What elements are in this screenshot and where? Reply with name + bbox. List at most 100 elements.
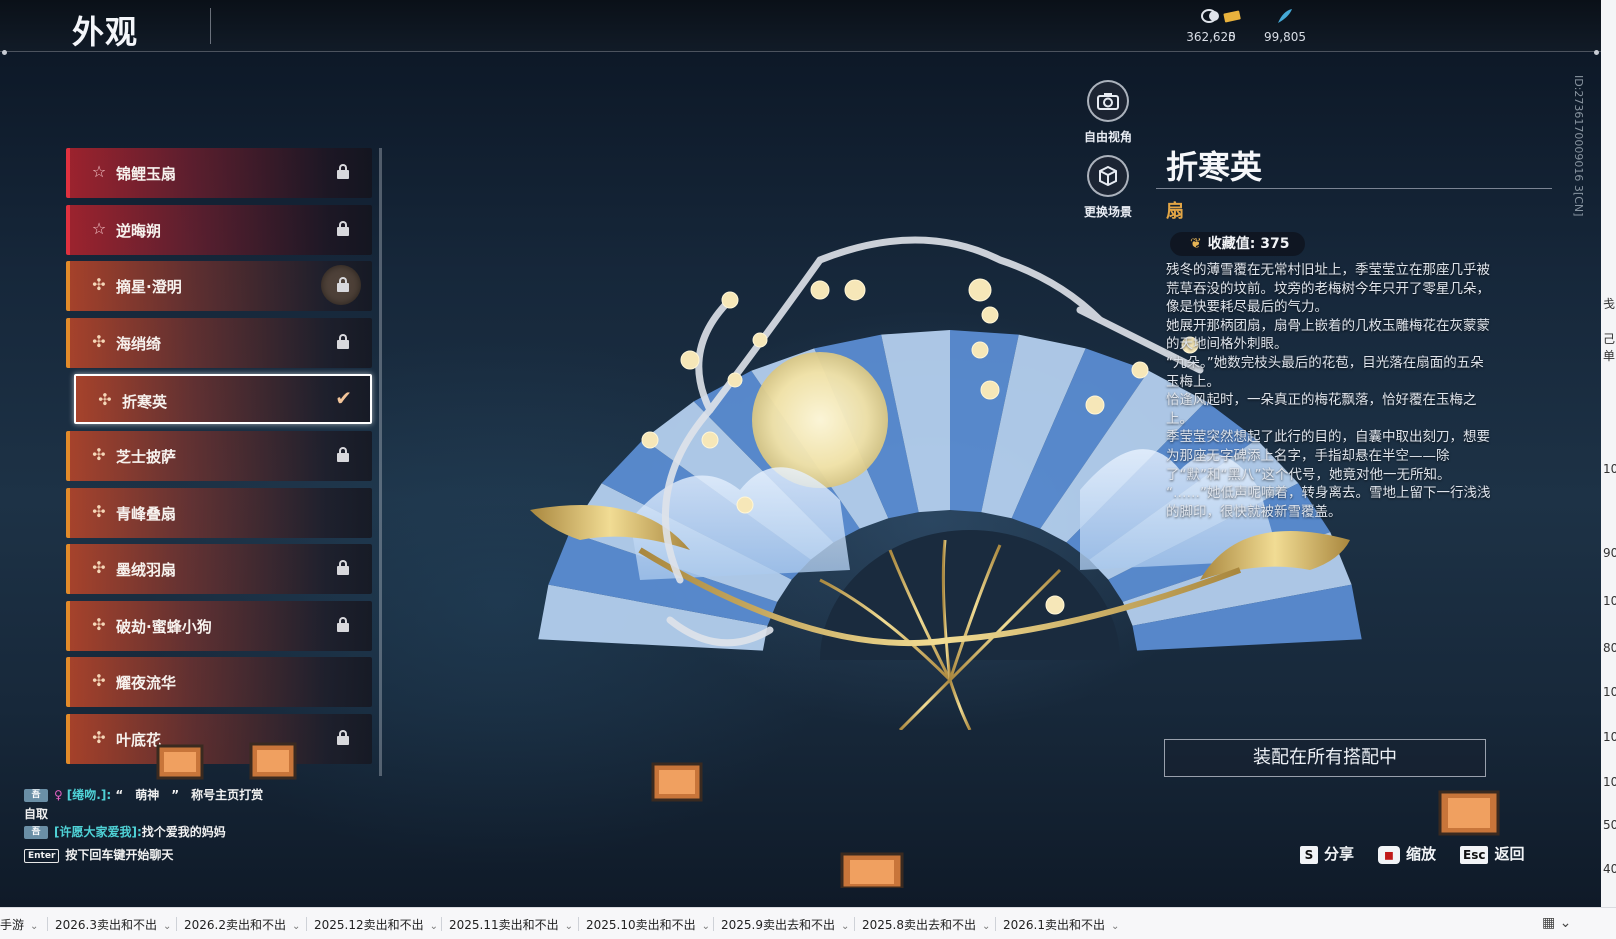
chat-message: 吾 ♀ [绻吻.]: “ 萌神 ” 称号主页打赏	[24, 786, 263, 803]
title-underline	[1156, 188, 1552, 189]
description-paragraph: 她展开那柄团扇，扇骨上嵌着的几枚玉雕梅花在灰蒙蒙的天地间格外刺眼。	[1166, 317, 1490, 353]
appearance-list[interactable]: ☆ 锦鲤玉扇 ☆ 逆晦朔 ✣ 摘星·澄明 ✣ 海绡绮 ✣ 折寒英 ✔ ✣ 芝士披萨 ✣ 青峰叠扇 ✣ 墨绒羽扇 ✣…	[66, 148, 382, 778]
cross-ornament-icon: ✣	[98, 390, 112, 410]
collection-value: 收藏值: 375	[1207, 236, 1290, 252]
s-key: S	[1300, 845, 1318, 864]
strip-cell-text: 80	[1603, 641, 1616, 655]
list-item-label: 青峰叠扇	[116, 504, 177, 523]
list-item[interactable]: ✣ 芝士披萨	[66, 431, 372, 481]
list-item[interactable]: ✣ 摘星·澄明	[66, 261, 372, 312]
currency-value: 99,805	[1264, 30, 1306, 44]
free-view-button[interactable]: 自由视角	[1073, 80, 1143, 145]
sheet-tab-label: 2026.1卖出和不出	[1003, 918, 1105, 932]
chevron-down-icon: ⌄	[564, 921, 574, 932]
chat-input-prompt[interactable]: Enter 按下回车键开始聊天	[24, 846, 173, 863]
description-paragraph: 残冬的薄雪覆在无常村旧址上，季莹莹立在那座几乎被荒草吞没的坟前。坟旁的老梅树今年…	[1166, 262, 1490, 316]
collection-value-badge: ❦ 收藏值: 375	[1170, 232, 1306, 256]
sheet-tab[interactable]: 2026.1卖出和不出 ⌄	[1003, 916, 1119, 933]
sheet-tab[interactable]: 2026.2卖出和不出 ⌄	[184, 916, 300, 933]
tab-separator	[995, 917, 996, 931]
strip-cell-text: 10	[1603, 685, 1616, 699]
title-divider	[210, 8, 211, 44]
list-item[interactable]: ☆ 逆晦朔	[66, 204, 372, 255]
sheet-tab[interactable]: 手游 ⌄	[0, 916, 38, 933]
corner-dot	[1594, 50, 1599, 55]
list-item[interactable]: ☆ 锦鲤玉扇	[66, 148, 372, 198]
grid-icon[interactable]: ▦ ⌄	[1542, 915, 1571, 931]
chat-sender[interactable]: [许愿大家爱我]:	[54, 825, 142, 839]
sheet-tab-label: 2026.2卖出和不出	[184, 918, 286, 932]
top-bar: 外观 362,625 0 99,805	[0, 0, 1601, 55]
sheet-tab-label: 手游	[0, 918, 25, 932]
strip-cell-text: 10	[1603, 775, 1616, 789]
list-item-label: 锦鲤玉扇	[116, 165, 177, 183]
list-item-label: 逆晦朔	[116, 221, 162, 240]
chat-channel-tag: 吾	[24, 789, 48, 802]
currency-feather: 99,805	[1250, 8, 1320, 44]
feather-icon	[1250, 8, 1320, 28]
lock-icon	[336, 220, 350, 238]
list-item[interactable]: ✣ 折寒英 ✔	[74, 374, 372, 425]
equip-all-button[interactable]: 装配在所有搭配中	[1164, 739, 1486, 777]
cross-ornament-icon: ✣	[92, 728, 106, 747]
sheet-tab[interactable]: 2025.11卖出和不出 ⌄	[449, 916, 573, 933]
list-item-label: 海绡绮	[116, 334, 162, 353]
list-item[interactable]: ✣ 耀夜流华	[66, 657, 372, 708]
share-button[interactable]: S 分享	[1300, 843, 1354, 864]
chevron-down-icon: ⌄	[163, 921, 172, 932]
tab-separator	[306, 917, 307, 931]
tab-separator	[854, 917, 855, 931]
sheet-tab-label: 2025.12卖出和不出	[314, 918, 424, 932]
list-item-label: 耀夜流华	[116, 674, 177, 693]
list-scrollbar[interactable]	[379, 148, 382, 776]
sheet-tab[interactable]: 2025.10卖出和不出 ⌄	[586, 916, 710, 933]
background-spreadsheet-strip: 戋己单 10 90 10 80 10 10 10 50 40	[1601, 0, 1616, 907]
tab-separator	[441, 917, 442, 931]
sheet-tab[interactable]: 2025.12卖出和不出 ⌄	[314, 916, 438, 933]
chat-message: 吾 [许愿大家爱我]:找个爱我的妈妈	[24, 823, 226, 840]
esc-key: Esc	[1460, 845, 1489, 864]
strip-cell-text: 50	[1603, 818, 1616, 832]
list-item[interactable]: ✣ 青峰叠扇	[66, 487, 372, 538]
star-icon: ☆	[91, 162, 107, 181]
chevron-down-icon: ⌄	[841, 921, 850, 932]
sheet-tab[interactable]: 2026.3卖出和不出 ⌄	[55, 916, 171, 933]
star-icon: ☆	[91, 218, 107, 238]
tab-separator	[47, 917, 48, 931]
sheet-tab-label: 2025.9卖出去和不出	[721, 918, 835, 932]
game-window: 外观 362,625 0 99,805 ID:2736170009016 3[C…	[0, 0, 1601, 907]
list-item[interactable]: ✣ 墨绒羽扇	[66, 544, 372, 595]
chevron-down-icon: ⌄	[982, 921, 991, 932]
cross-ornament-icon: ✣	[92, 558, 106, 578]
list-item[interactable]: ✣ 海绡绮	[66, 317, 372, 368]
chat-sender[interactable]: [绻吻.]:	[67, 788, 111, 802]
list-item[interactable]: ✣ 叶底花	[66, 714, 372, 764]
corner-dot	[2, 50, 7, 55]
list-item-label: 破劫·蜜蜂小狗	[116, 617, 212, 636]
list-item-label: 芝士披萨	[116, 448, 177, 466]
change-scene-button[interactable]: 更换场景	[1073, 155, 1143, 220]
chevron-down-icon: ⌄	[701, 921, 711, 932]
enter-key-icon: Enter	[24, 848, 60, 863]
chevron-down-icon: ⌄	[292, 921, 301, 932]
chevron-down-icon: ⌄	[30, 921, 39, 932]
cube-icon	[1087, 155, 1129, 197]
sheet-tab-label: 2025.11卖出和不出	[449, 918, 559, 932]
zoom-label: 缩放	[1406, 845, 1437, 863]
back-button[interactable]: Esc 返回	[1460, 843, 1524, 864]
lantern-icon	[249, 742, 297, 780]
cross-ornament-icon: ✣	[92, 671, 106, 691]
free-view-label: 自由视角	[1083, 130, 1132, 144]
list-item[interactable]: ✣ 破劫·蜜蜂小狗	[66, 600, 372, 651]
sheet-tab[interactable]: 2025.9卖出去和不出 ⌄	[721, 916, 849, 933]
description-paragraph: “……”她低声呢喃着，转身离去。雪地上留下一行浅浅的脚印，很快就被新雪覆盖。	[1166, 485, 1491, 520]
cross-ornament-icon: ✣	[92, 275, 106, 295]
chevron-down-icon: ⌄	[429, 921, 439, 932]
zoom-button[interactable]: ◼ 缩放	[1378, 843, 1436, 864]
strip-cell-text: 己单	[1603, 332, 1616, 363]
sheet-tab[interactable]: 2025.8卖出去和不出 ⌄	[862, 916, 990, 933]
strip-cell-text: 10	[1603, 462, 1616, 476]
cross-ornament-icon: ✣	[92, 614, 106, 634]
player-id: ID:2736170009016 3[CN]	[1572, 75, 1585, 217]
sheet-tab-label: 2025.10卖出和不出	[586, 918, 696, 932]
